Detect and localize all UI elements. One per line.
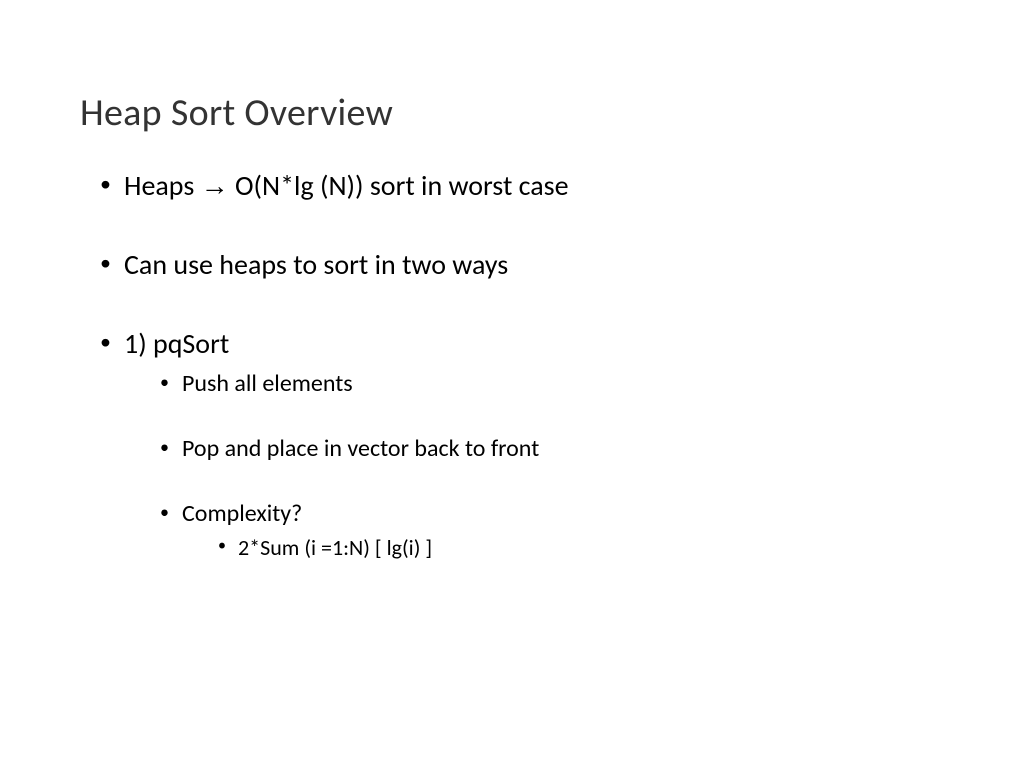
sub-bullet-text: Push all elements [182,369,353,398]
sub-bullet-text: Complexity? [182,499,302,528]
bullet-text: 1) pqSort [124,326,229,361]
bullet-text-post: O(N*lg (N)) sort in worst case [229,168,569,203]
sub-bullet-item: Pop and place in vector back to front [160,434,944,463]
sub-bullet-item: Complexity? 2*Sum (i =1:N) [ lg(i) ] [160,499,944,561]
bullet-text-pre: Heaps [124,168,201,203]
bullet-list-level2: Push all elements Pop and place in vecto… [124,369,944,561]
subsub-bullet-item: 2*Sum (i =1:N) [ lg(i) ] [218,534,944,561]
bullet-list-level3: 2*Sum (i =1:N) [ lg(i) ] [182,534,944,561]
arrow-icon: → [201,170,229,201]
bullet-item: 1) pqSort Push all elements Pop and plac… [100,326,944,561]
sub-bullet-text: Pop and place in vector back to front [182,434,539,463]
bullet-list-level1: Heaps → O(N*lg (N)) sort in worst case C… [80,168,944,561]
bullet-text: Can use heaps to sort in two ways [124,247,508,282]
sub-bullet-item: Push all elements [160,369,944,398]
slide-title: Heap Sort Overview [80,90,944,136]
subsub-bullet-text: 2*Sum (i =1:N) [ lg(i) ] [238,534,432,561]
bullet-item: Can use heaps to sort in two ways [100,247,944,282]
bullet-item: Heaps → O(N*lg (N)) sort in worst case [100,168,944,203]
